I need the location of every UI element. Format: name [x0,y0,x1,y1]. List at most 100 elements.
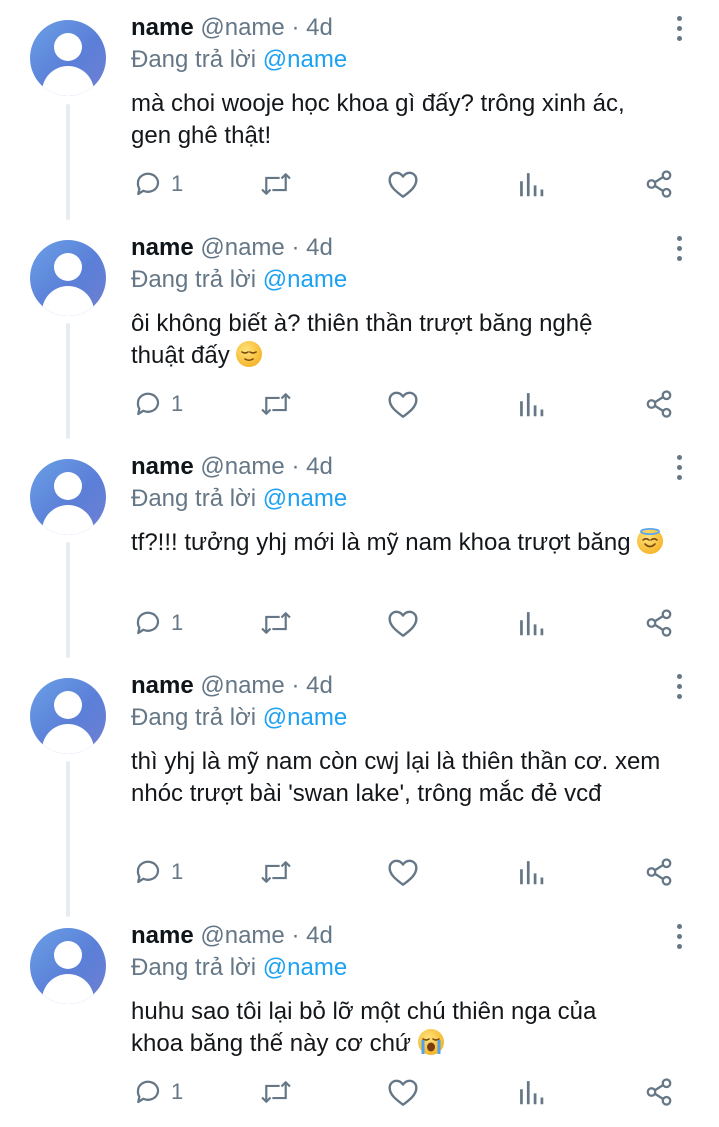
reply-count: 1 [171,391,184,416]
share-button[interactable] [644,603,674,643]
reply-count: 1 [171,859,184,884]
like-button[interactable] [387,384,419,424]
replying-to: Đang trả lời @name [131,266,347,294]
separator-dot: · [291,234,300,261]
retweet-button[interactable] [259,164,293,204]
display-name[interactable]: name [131,14,194,41]
tweet[interactable]: name @name · 4d Đang trả lời @name thì y… [0,658,719,908]
reply-icon [136,611,160,635]
reply-count: 1 [171,171,184,196]
user-handle[interactable]: @name [200,14,284,41]
retweet-button[interactable] [259,384,293,424]
reply-button[interactable]: 1 [133,852,183,892]
more-vertical-icon[interactable] [668,922,692,952]
share-icon [646,390,672,418]
share-button[interactable] [644,1072,674,1112]
user-handle[interactable]: @name [200,453,284,480]
replying-to-mention[interactable]: @name [263,46,347,73]
loudly-crying-face-emoji [417,1029,444,1055]
analytics-icon [520,1081,544,1105]
tweet[interactable]: name @name · 4d Đang trả lời @name mà ch… [0,0,719,219]
tweet-text: mà choi wooje học khoa gì đấy? trông xin… [131,88,671,152]
share-button[interactable] [644,852,674,892]
smiling-face-with-halo-emoji [637,528,664,554]
reply-button[interactable]: 1 [133,164,183,204]
tweet-text-content: ôi không biết à? thiên thần trượt băng n… [131,310,593,369]
display-name[interactable]: name [131,453,194,480]
retweet-button[interactable] [259,1072,293,1112]
timestamp[interactable]: 4d [306,453,333,480]
relieved-face-emoji [236,341,263,367]
more-vertical-icon[interactable] [668,672,692,702]
tweet-text-content: thì yhj là mỹ nam còn cwj lại là thiên t… [131,748,661,807]
more-vertical-icon[interactable] [668,234,692,264]
tweet-header: name @name · 4d [131,672,333,700]
reply-icon [136,1080,160,1104]
more-vertical-icon[interactable] [668,14,692,44]
replying-to: Đang trả lời @name [131,485,347,513]
tweet[interactable]: name @name · 4d Đang trả lời @name huhu … [0,908,719,1127]
analytics-button[interactable] [517,1072,545,1112]
avatar[interactable] [30,928,106,1004]
tweet[interactable]: name @name · 4d Đang trả lời @name tf?!!… [0,439,719,658]
replying-to-mention[interactable]: @name [263,954,347,981]
timestamp[interactable]: 4d [306,672,333,699]
tweet-text: tf?!!! tưởng yhj mới là mỹ nam khoa trượ… [131,527,681,559]
like-button[interactable] [387,1072,419,1112]
replying-to-label: Đang trả lời [131,46,263,73]
separator-dot: · [291,672,300,699]
like-button[interactable] [387,603,419,643]
analytics-button[interactable] [517,164,545,204]
reply-icon [136,392,160,416]
more-vertical-icon[interactable] [668,453,692,483]
replying-to: Đang trả lời @name [131,704,347,732]
timestamp[interactable]: 4d [306,14,333,41]
tweet-header: name @name · 4d [131,234,333,262]
reply-icon [136,860,160,884]
tweet-text-content: huhu sao tôi lại bỏ lỡ một chú thiên nga… [131,998,597,1057]
reply-button[interactable]: 1 [133,384,183,424]
like-button[interactable] [387,164,419,204]
retweet-button[interactable] [259,852,293,892]
retweet-icon [261,173,291,195]
replying-to-label: Đang trả lời [131,704,263,731]
share-icon [646,858,672,886]
user-handle[interactable]: @name [200,234,284,261]
user-handle[interactable]: @name [200,672,284,699]
share-button[interactable] [644,164,674,204]
reply-button[interactable]: 1 [133,603,183,643]
replying-to-mention[interactable]: @name [263,704,347,731]
like-button[interactable] [387,852,419,892]
analytics-button[interactable] [517,384,545,424]
action-bar: 1 [0,852,719,892]
replying-to-mention[interactable]: @name [263,485,347,512]
display-name[interactable]: name [131,922,194,949]
avatar[interactable] [30,20,106,96]
retweet-button[interactable] [259,603,293,643]
reply-button[interactable]: 1 [133,1072,183,1112]
reply-icon [136,172,160,196]
avatar[interactable] [30,459,106,535]
tweet-header: name @name · 4d [131,14,333,42]
display-name[interactable]: name [131,234,194,261]
avatar[interactable] [30,678,106,754]
retweet-icon [261,612,291,634]
tweet-text-content: tf?!!! tưởng yhj mới là mỹ nam khoa trượ… [131,529,638,556]
share-button[interactable] [644,384,674,424]
avatar[interactable] [30,240,106,316]
display-name[interactable]: name [131,672,194,699]
analytics-button[interactable] [517,852,545,892]
tweet[interactable]: name @name · 4d Đang trả lời @name ôi kh… [0,220,719,439]
share-icon [646,1078,672,1106]
separator-dot: · [291,14,300,41]
analytics-button[interactable] [517,603,545,643]
action-bar: 1 [0,1072,719,1112]
timestamp[interactable]: 4d [306,922,333,949]
tweet-text: ôi không biết à? thiên thần trượt băng n… [131,308,651,372]
reply-count: 1 [171,610,184,635]
heart-icon [388,610,418,637]
user-handle[interactable]: @name [200,922,284,949]
reply-count: 1 [171,1079,184,1104]
timestamp[interactable]: 4d [306,234,333,261]
replying-to-mention[interactable]: @name [263,266,347,293]
